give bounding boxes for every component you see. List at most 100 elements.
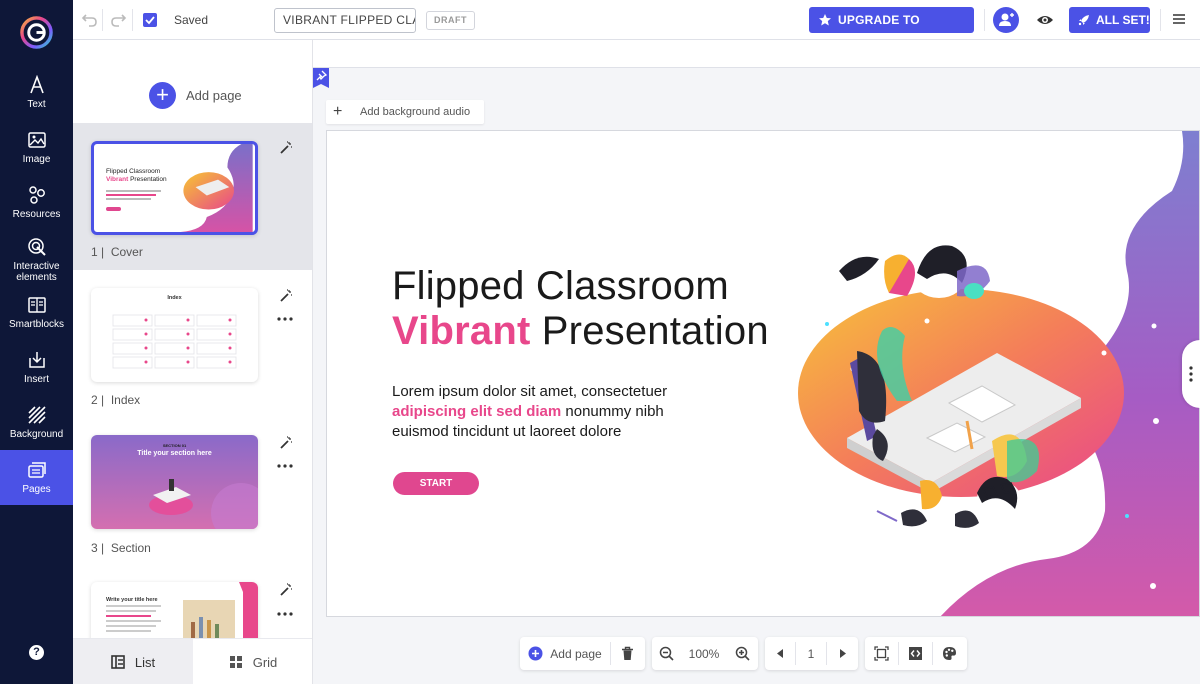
sidebar-item-resources[interactable]: Resources (0, 175, 73, 230)
thumbnail-title-rest: Presentation (130, 176, 167, 183)
slide-title-line1: Flipped Classroom (392, 264, 729, 308)
insert-icon (28, 352, 45, 368)
pin-icon[interactable] (313, 68, 329, 88)
sidebar-item-background[interactable]: Background (0, 395, 73, 450)
pages-panel: + Add page Flipped Classroom Vibrant Pre… (73, 40, 313, 684)
page-label: 1 | Cover (91, 245, 143, 259)
plus-icon: + (333, 103, 343, 120)
page-navigation: 1 (765, 637, 858, 670)
page-thumbnail[interactable]: Index (91, 288, 258, 382)
add-background-audio-button[interactable]: + Add background audio (326, 100, 484, 124)
genially-logo-icon[interactable] (20, 16, 53, 49)
current-page-number[interactable]: 1 (796, 637, 826, 670)
sidebar-item-image[interactable]: Image (0, 120, 73, 175)
page-item-section[interactable]: SECTION 01 Title your section here 3 | S… (73, 417, 312, 564)
page-label: 3 | Section (91, 541, 151, 555)
page-name: Section (110, 541, 151, 555)
sidebar-item-insert[interactable]: Insert (0, 340, 73, 395)
add-collaborator-button[interactable] (993, 7, 1019, 33)
side-panel-handle[interactable] (1182, 340, 1200, 408)
undo-icon[interactable] (81, 11, 99, 29)
add-page-button[interactable]: + Add page (73, 67, 312, 123)
zoom-out-icon (659, 646, 674, 661)
slide-title-highlight: Vibrant (392, 309, 531, 353)
star-icon (819, 14, 831, 26)
page-thumbnail[interactable]: Flipped Classroom Vibrant Presentation (91, 141, 258, 235)
magic-wand-icon[interactable] (279, 583, 293, 597)
divider (984, 9, 985, 31)
zoom-out-button[interactable] (652, 637, 680, 670)
slide-body-highlight: adipiscing elit sed diam (392, 403, 562, 420)
magic-wand-icon[interactable] (279, 141, 293, 155)
bottom-add-page-button[interactable]: Add page (520, 637, 610, 670)
help-icon[interactable]: ? (29, 645, 44, 660)
presentation-title-input[interactable]: VIBRANT FLIPPED CLASSROOM (274, 8, 416, 33)
slide-title[interactable]: Flipped Classroom Vibrant Presentation (392, 264, 769, 354)
smartblocks-icon (27, 297, 46, 313)
start-button[interactable]: START (393, 472, 479, 495)
preview-eye-icon[interactable] (1036, 12, 1054, 28)
add-circle-icon (528, 646, 543, 661)
sidebar-item-label: Pages (22, 484, 51, 495)
image-icon (27, 132, 46, 148)
all-set-button[interactable]: ALL SET! (1069, 7, 1150, 33)
zoom-in-button[interactable] (728, 637, 756, 670)
more-options-icon[interactable] (277, 612, 293, 616)
code-brackets-icon (909, 647, 922, 660)
page-thumbnail[interactable]: SECTION 01 Title your section here (91, 435, 258, 529)
slide-body-text[interactable]: Lorem ipsum dolor sit amet, consectetuer… (392, 382, 722, 442)
fit-to-screen-button[interactable] (865, 637, 898, 670)
next-page-button[interactable] (827, 637, 857, 670)
upgrade-button[interactable]: UPGRADE TO PREMIUM (809, 7, 974, 53)
sidebar-item-text[interactable]: Text (0, 65, 73, 120)
magic-wand-icon[interactable] (279, 289, 293, 303)
slide-body-line1: Lorem ipsum dolor sit amet, consectetuer (392, 383, 668, 400)
sidebar-item-interactive-elements[interactable]: Interactive elements (0, 230, 73, 290)
canvas-header (313, 40, 1200, 68)
fit-screen-icon (874, 646, 889, 661)
background-icon (27, 406, 46, 424)
tab-grid-view[interactable]: Grid (193, 639, 312, 684)
slide-body-line3: euismod tincidunt ut laoreet dolore (392, 423, 622, 440)
left-toolbar: Text Image Resources Interactive element… (0, 0, 73, 684)
tab-grid-label: Grid (252, 654, 278, 670)
magic-wand-icon[interactable] (279, 436, 293, 450)
more-options-icon[interactable] (277, 317, 293, 321)
page-item-index[interactable]: Index 2 | Index (73, 270, 312, 417)
zoom-level[interactable]: 100% (680, 637, 728, 670)
add-user-icon (999, 13, 1014, 26)
sidebar-item-pages[interactable]: Pages (0, 450, 73, 505)
zoom-in-icon (735, 646, 750, 661)
rocket-icon (1078, 15, 1089, 26)
page-item-cover[interactable]: Flipped Classroom Vibrant Presentation 1… (73, 123, 312, 270)
bottom-page-actions: Add page (520, 637, 645, 670)
hamburger-menu-icon[interactable] (1172, 12, 1186, 26)
code-view-button[interactable] (899, 637, 932, 670)
text-icon (29, 75, 44, 94)
save-status: Saved (174, 13, 209, 27)
sidebar-item-label: Text (27, 99, 46, 110)
sidebar-item-label: Smartblocks (8, 319, 64, 330)
thumbnail-title: Flipped Classroom Vibrant Presentation (106, 168, 167, 184)
triangle-left-icon (776, 649, 783, 658)
sidebar-item-label: Resources (12, 209, 61, 220)
interactive-icon (27, 238, 46, 256)
theme-colors-button[interactable] (933, 637, 966, 670)
slide-canvas[interactable]: Flipped Classroom Vibrant Presentation L… (326, 130, 1200, 617)
trash-icon (622, 646, 633, 660)
view-controls (865, 637, 967, 670)
tab-list-view[interactable]: List (73, 639, 193, 684)
delete-page-button[interactable] (611, 637, 644, 670)
more-options-icon[interactable] (277, 464, 293, 468)
sidebar-item-smartblocks[interactable]: Smartblocks (0, 285, 73, 340)
slide-illustration[interactable] (627, 131, 1200, 617)
list-view-icon (111, 655, 125, 669)
zoom-controls: 100% (652, 637, 758, 670)
all-set-label: ALL SET! (1096, 13, 1150, 27)
previous-page-button[interactable] (765, 637, 795, 670)
vertical-dots-icon (1189, 366, 1193, 382)
palette-icon (943, 647, 956, 660)
redo-icon[interactable] (109, 11, 127, 29)
index-thumbnail-art (112, 314, 237, 369)
thumbnail-title-pink: Vibrant (106, 176, 129, 183)
